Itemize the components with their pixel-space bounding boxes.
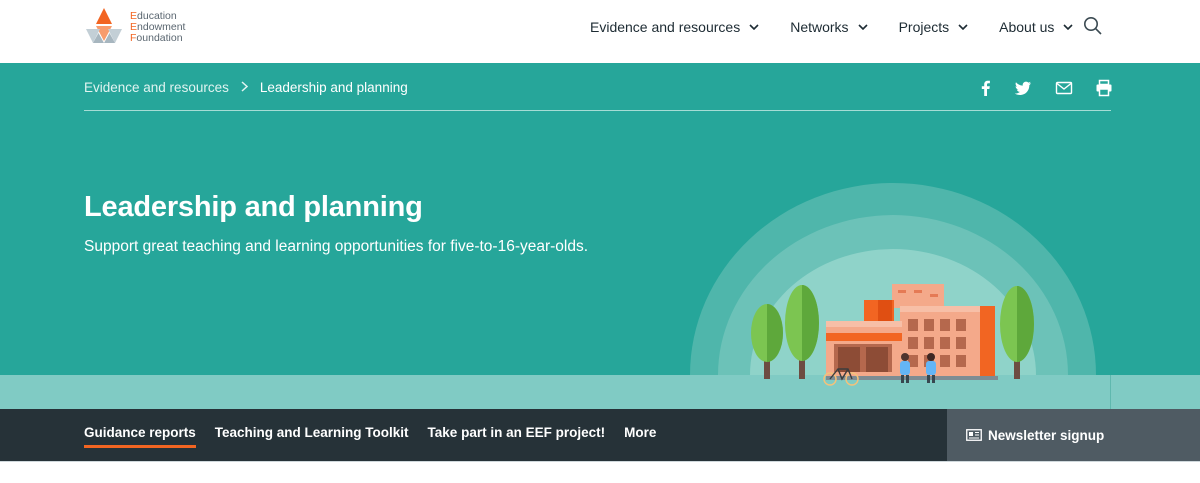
breadcrumb-separator: [241, 80, 248, 95]
nav-item-label: About us: [999, 19, 1055, 35]
email-icon[interactable]: [1055, 79, 1073, 97]
nav-evidence-and-resources[interactable]: Evidence and resources: [590, 19, 759, 35]
chevron-right-icon: [241, 81, 248, 92]
facebook-icon[interactable]: [977, 79, 995, 97]
breadcrumb-link[interactable]: Evidence and resources: [84, 80, 229, 95]
breadcrumb: Evidence and resources Leadership and pl…: [84, 80, 408, 95]
subnav-teaching-toolkit[interactable]: Teaching and Learning Toolkit: [215, 425, 409, 448]
hero-banner: Evidence and resources Leadership and pl…: [0, 63, 1200, 409]
chevron-down-icon: [857, 24, 868, 30]
eef-logo[interactable]: Education Endowment Foundation: [84, 7, 185, 47]
chevron-down-icon: [958, 24, 968, 30]
site-header: Education Endowment Foundation Evidence …: [0, 0, 1200, 63]
nav-networks[interactable]: Networks: [790, 19, 868, 35]
search-icon[interactable]: [1083, 16, 1103, 36]
page-title: Leadership and planning: [84, 191, 423, 223]
hero-divider: [84, 110, 1111, 111]
subnav-guidance-reports[interactable]: Guidance reports: [84, 425, 196, 448]
logo-wordmark: Education Endowment Foundation: [130, 9, 186, 44]
chevron-down-icon: [749, 24, 759, 30]
twitter-icon[interactable]: [1014, 79, 1032, 97]
nav-item-label: Networks: [790, 19, 849, 35]
subnav-take-part[interactable]: Take part in an EEF project!: [428, 425, 606, 448]
subnav-links: Guidance reports Teaching and Learning T…: [84, 425, 675, 448]
nav-about-us[interactable]: About us: [999, 19, 1073, 35]
breadcrumb-current: Leadership and planning: [259, 80, 408, 95]
nav-projects[interactable]: Projects: [899, 19, 969, 35]
nav-item-label: Projects: [898, 19, 950, 35]
main-nav: Evidence and resources Networks Projects…: [590, 17, 1104, 37]
nav-item-label: Evidence and resources: [590, 19, 741, 35]
chevron-down-icon: [1063, 24, 1073, 30]
subnav-more[interactable]: More: [624, 425, 656, 448]
newsletter-signup-button[interactable]: Newsletter signup: [947, 409, 1200, 461]
page-subtitle: Support great teaching and learning oppo…: [84, 238, 589, 255]
print-icon[interactable]: [1095, 79, 1113, 97]
school-building-illustration: [688, 183, 1098, 409]
eef-logo-icon: [86, 8, 122, 43]
hero-ground-divider: [1110, 375, 1111, 409]
bottom-divider: [0, 461, 1200, 462]
newspaper-icon: [966, 429, 982, 441]
newsletter-label: Newsletter signup: [988, 427, 1105, 443]
